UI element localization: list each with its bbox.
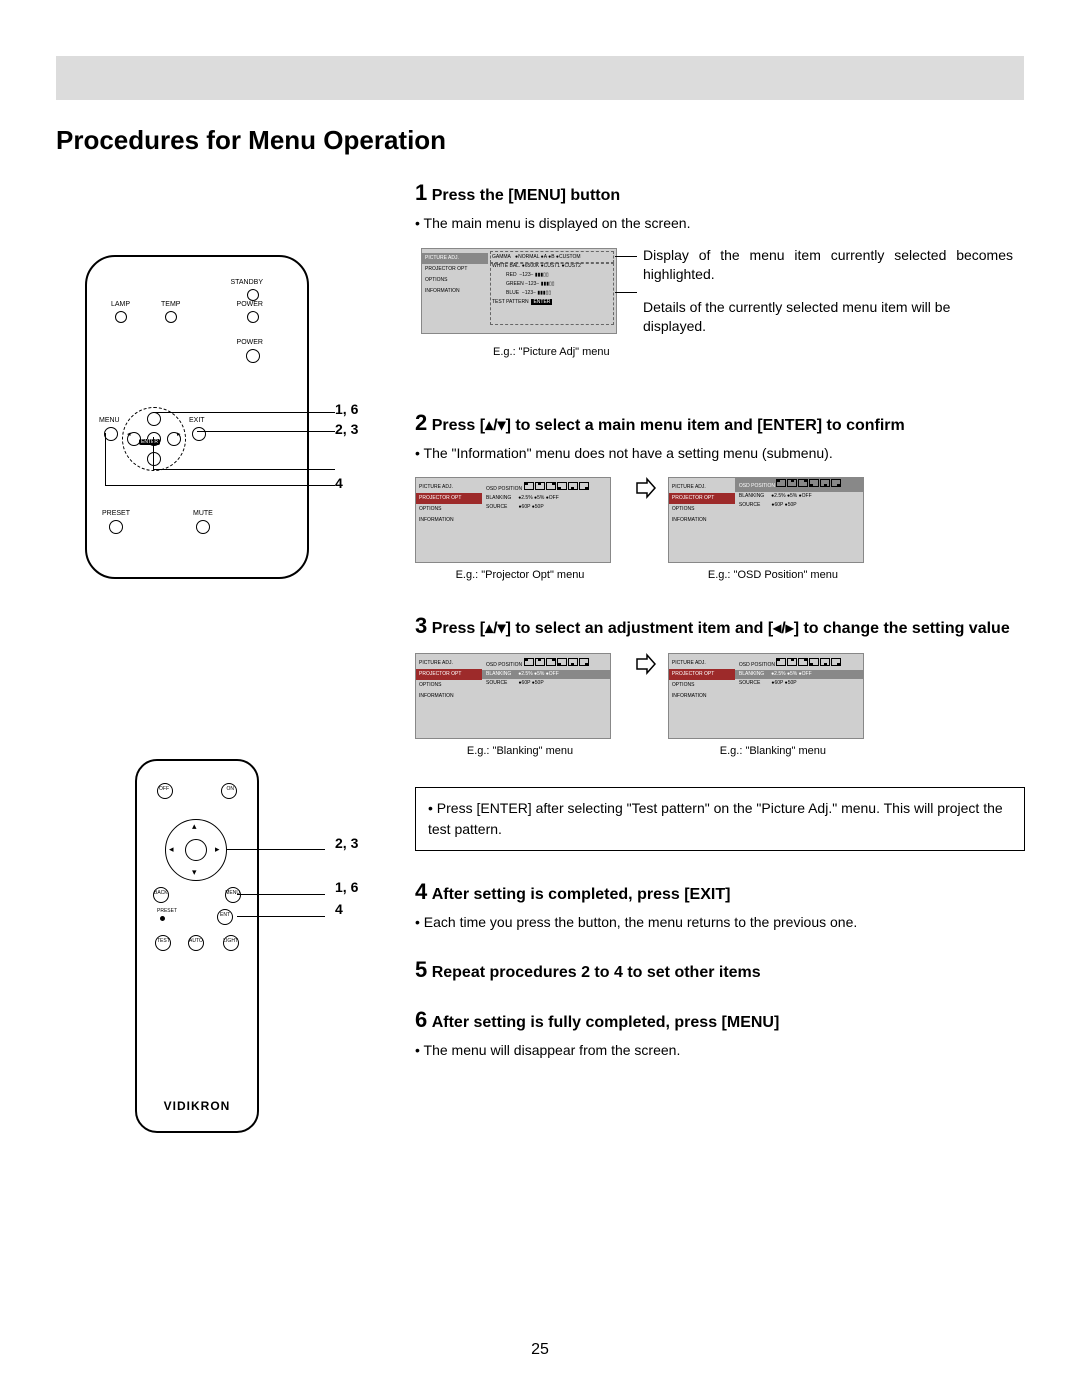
caption-picture-adj: E.g.: "Picture Adj" menu bbox=[493, 346, 610, 358]
mute-button[interactable] bbox=[196, 520, 210, 534]
preset-button[interactable] bbox=[109, 520, 123, 534]
osd-blanking-b: PICTURE ADJ. PROJECTOR OPT OPTIONS INFOR… bbox=[668, 653, 864, 739]
step-2: 2 Press [▴/▾] to select a main menu item… bbox=[415, 410, 1025, 582]
menu-button[interactable] bbox=[104, 427, 118, 441]
label-lamp: LAMP bbox=[111, 301, 130, 308]
step-3: 3 Press [▴/▾] to select an adjustment it… bbox=[415, 613, 1025, 757]
standby-led bbox=[247, 289, 259, 301]
page-title: Procedures for Menu Operation bbox=[56, 125, 446, 156]
remote-up-icon[interactable]: ▴ bbox=[192, 821, 197, 832]
label-standby: STANDBY bbox=[230, 279, 263, 286]
note-box: Press [ENTER] after selecting "Test patt… bbox=[415, 787, 1025, 851]
down-button[interactable] bbox=[147, 452, 161, 466]
remote-down-icon[interactable]: ▾ bbox=[192, 867, 197, 878]
exit-button[interactable] bbox=[192, 427, 206, 441]
remote-annot-c: 4 bbox=[335, 901, 343, 917]
temp-led bbox=[165, 311, 177, 323]
remote-annot-a: 2, 3 bbox=[335, 835, 358, 851]
remote-logo: VIDIKRON bbox=[137, 1099, 257, 1113]
osd-blanking-a: PICTURE ADJ. PROJECTOR OPT OPTIONS INFOR… bbox=[415, 653, 611, 739]
remote-right-icon[interactable]: ▸ bbox=[215, 844, 220, 855]
projector-top-panel: STANDBY LAMP TEMP POWER POWER MENU EXIT … bbox=[85, 255, 309, 579]
step-6: 6 After setting is fully completed, pres… bbox=[415, 1007, 1025, 1061]
arrow-right-icon bbox=[635, 477, 657, 504]
up-button[interactable] bbox=[147, 412, 161, 426]
label-exit: EXIT bbox=[189, 417, 205, 424]
label-temp: TEMP bbox=[161, 301, 180, 308]
annot-1-6: 1, 6 bbox=[335, 401, 358, 417]
remote-control: OFF ON ▴ ▾ ◂ ▸ BACK MENU PRESET ENT TEST… bbox=[135, 759, 259, 1133]
arrow-right-icon bbox=[635, 653, 657, 680]
annot-2-3: 2, 3 bbox=[335, 421, 358, 437]
remote-annot-b: 1, 6 bbox=[335, 879, 358, 895]
osd-osd-position: PICTURE ADJ. PROJECTOR OPT OPTIONS INFOR… bbox=[668, 477, 864, 563]
remote-left-icon[interactable]: ◂ bbox=[169, 844, 174, 855]
osd-picture-adj: PICTURE ADJ. PROJECTOR OPT OPTIONS INFOR… bbox=[421, 248, 617, 334]
osd-projector-opt: PICTURE ADJ. PROJECTOR OPT OPTIONS INFOR… bbox=[415, 477, 611, 563]
power-led bbox=[247, 311, 259, 323]
label-preset: PRESET bbox=[102, 510, 130, 517]
annot-4: 4 bbox=[335, 475, 343, 491]
power-button[interactable] bbox=[246, 349, 260, 363]
label-power-led: POWER bbox=[237, 301, 263, 308]
label-power-btn: POWER bbox=[237, 339, 263, 346]
step-4: 4 After setting is completed, press [EXI… bbox=[415, 879, 1025, 933]
step-5: 5 Repeat procedures 2 to 4 to set other … bbox=[415, 957, 1025, 983]
remote-enter[interactable] bbox=[185, 839, 207, 861]
label-menu: MENU bbox=[99, 417, 120, 424]
callout-highlight: Display of the menu item currently selec… bbox=[643, 246, 1013, 285]
lamp-led bbox=[115, 311, 127, 323]
header-band bbox=[56, 56, 1024, 100]
page-number: 25 bbox=[0, 1341, 1080, 1359]
callout-details: Details of the currently selected menu i… bbox=[643, 298, 1013, 337]
label-enter: ENTER bbox=[139, 439, 160, 445]
label-mute: MUTE bbox=[193, 510, 213, 517]
step-1: 1 Press the [MENU] button The main menu … bbox=[415, 180, 1025, 378]
